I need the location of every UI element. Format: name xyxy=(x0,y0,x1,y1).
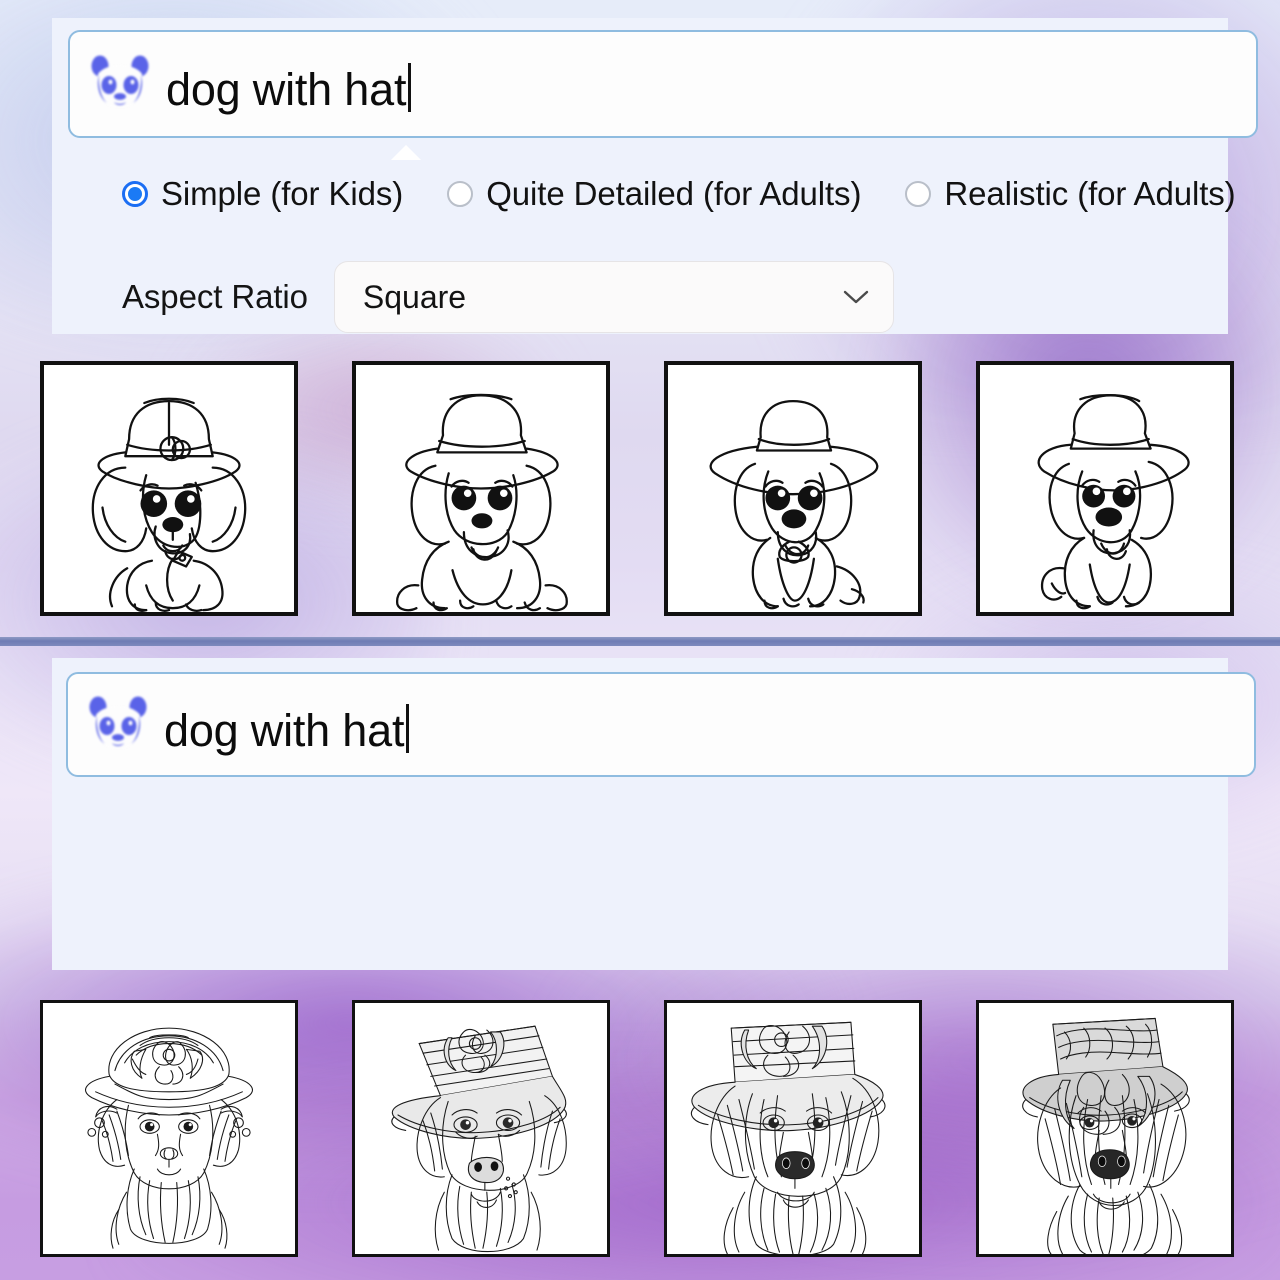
text-caret xyxy=(406,703,410,753)
radio-option-simple[interactable]: Simple (for Kids) xyxy=(122,175,403,213)
prompt-input-row: dog with hat xyxy=(68,30,1258,138)
chevron-down-icon xyxy=(843,290,869,303)
radio-indicator-icon[interactable] xyxy=(447,181,474,207)
aspect-ratio-row: Aspect Ratio Square xyxy=(122,261,894,333)
prompt-text-value: dog with hat xyxy=(164,704,405,756)
radio-option-quite-detailed[interactable]: Quite Detailed (for Adults) xyxy=(447,175,861,213)
prompt-input[interactable]: dog with hat xyxy=(68,30,1258,138)
radio-option-label: Quite Detailed (for Adults) xyxy=(486,175,862,212)
result-image-tile[interactable] xyxy=(664,361,922,616)
aspect-ratio-value: Square xyxy=(362,278,467,315)
style-radio-group: Simple (for Kids) Quite Detailed (for Ad… xyxy=(122,170,1280,218)
generator-panel-bottom: dog with hat Simple (for Kids) Quite Det… xyxy=(52,658,1256,970)
result-image-tile[interactable] xyxy=(976,361,1234,616)
radio-indicator-icon[interactable] xyxy=(122,181,148,207)
result-grid-top xyxy=(40,361,1234,616)
prompt-text-value: dog with hat xyxy=(166,64,407,115)
result-grid-bottom xyxy=(40,1000,1234,1257)
prompt-input-row: dog with hat xyxy=(66,672,1256,777)
prompt-input[interactable]: dog with hat xyxy=(66,672,1256,777)
suggestion-caret-icon xyxy=(391,145,421,160)
result-image-tile[interactable] xyxy=(352,361,610,616)
result-image-tile[interactable] xyxy=(976,1000,1234,1257)
generator-panel-top: dog with hat Simple (for Kids) Quite Det… xyxy=(52,18,1258,334)
radio-indicator-icon[interactable] xyxy=(905,181,932,207)
panda-face-icon xyxy=(89,696,147,749)
radio-option-label: Realistic (for Adults) xyxy=(944,175,1236,212)
result-image-tile[interactable] xyxy=(40,1000,298,1257)
radio-option-label: Simple (for Kids) xyxy=(161,175,404,212)
text-caret xyxy=(408,63,412,112)
result-image-tile[interactable] xyxy=(664,1000,922,1257)
panda-face-icon xyxy=(91,55,149,108)
panel-divider xyxy=(0,637,1280,646)
aspect-ratio-select[interactable]: Square xyxy=(333,261,894,333)
radio-option-realistic[interactable]: Realistic (for Adults) xyxy=(905,175,1236,213)
result-image-tile[interactable] xyxy=(352,1000,610,1257)
aspect-ratio-label: Aspect Ratio xyxy=(122,278,308,315)
result-image-tile[interactable] xyxy=(40,361,298,616)
